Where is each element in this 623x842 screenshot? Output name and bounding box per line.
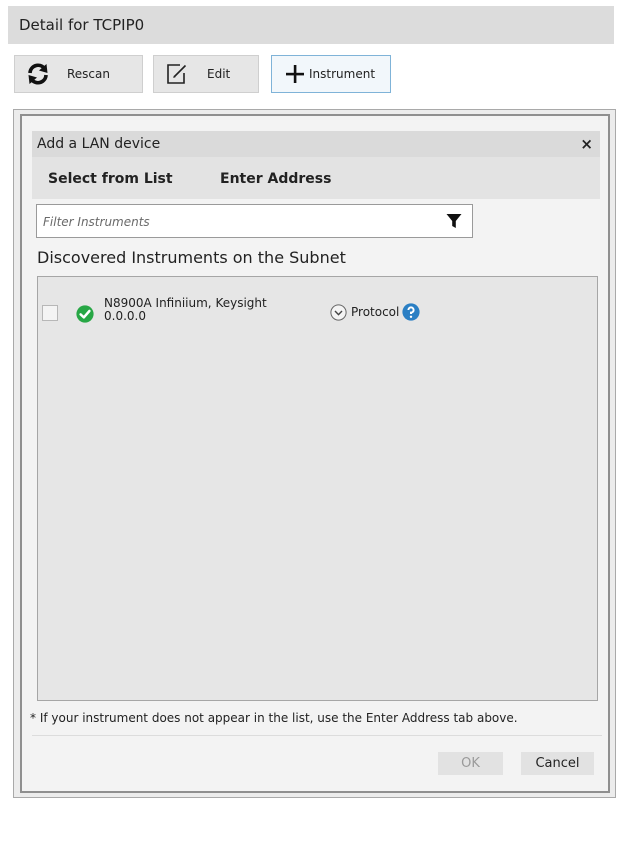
help-icon[interactable] <box>402 303 420 321</box>
add-lan-device-dialog: Add a LAN device × Select from List Ente… <box>20 114 610 793</box>
dialog-tabs: Select from List Enter Address <box>32 157 600 199</box>
filter-icon[interactable] <box>446 213 462 233</box>
close-icon[interactable]: × <box>580 131 593 157</box>
refresh-icon <box>26 63 50 85</box>
edit-icon <box>165 62 189 86</box>
page-header: Detail for TCPIP0 <box>8 6 614 44</box>
plus-icon <box>285 64 305 84</box>
dialog-title: Add a LAN device <box>37 136 161 152</box>
divider <box>32 735 602 736</box>
instrument-name: N8900A Infiniium, Keysight <box>104 296 267 310</box>
add-instrument-button[interactable]: Instrument <box>271 55 391 93</box>
filter-box <box>36 204 473 239</box>
instrument-address: 0.0.0.0 <box>104 309 146 323</box>
edit-label: Edit <box>207 67 231 81</box>
rescan-label: Rescan <box>67 67 110 81</box>
rescan-button[interactable]: Rescan <box>14 55 143 93</box>
chevron-down-circle-icon <box>330 303 347 321</box>
instrument-checkbox[interactable] <box>42 305 58 321</box>
filter-input[interactable] <box>37 205 445 239</box>
list-heading: Discovered Instruments on the Subnet <box>37 248 346 267</box>
check-circle-icon <box>76 305 94 327</box>
protocol-label: Protocol <box>351 305 400 319</box>
instrument-label: Instrument <box>309 67 376 81</box>
cancel-button[interactable]: Cancel <box>521 752 594 775</box>
page-title: Detail for TCPIP0 <box>19 16 145 34</box>
edit-button[interactable]: Edit <box>153 55 259 93</box>
ok-button[interactable]: OK <box>438 752 503 775</box>
instrument-list: N8900A Infiniium, Keysight 0.0.0.0 Proto… <box>37 276 598 701</box>
tab-select-from-list[interactable]: Select from List <box>48 157 173 201</box>
help-note: * If your instrument does not appear in … <box>30 711 518 725</box>
protocol-dropdown[interactable]: Protocol <box>330 303 420 321</box>
tab-enter-address[interactable]: Enter Address <box>220 157 331 201</box>
dialog-title-bar: Add a LAN device × <box>32 131 600 157</box>
